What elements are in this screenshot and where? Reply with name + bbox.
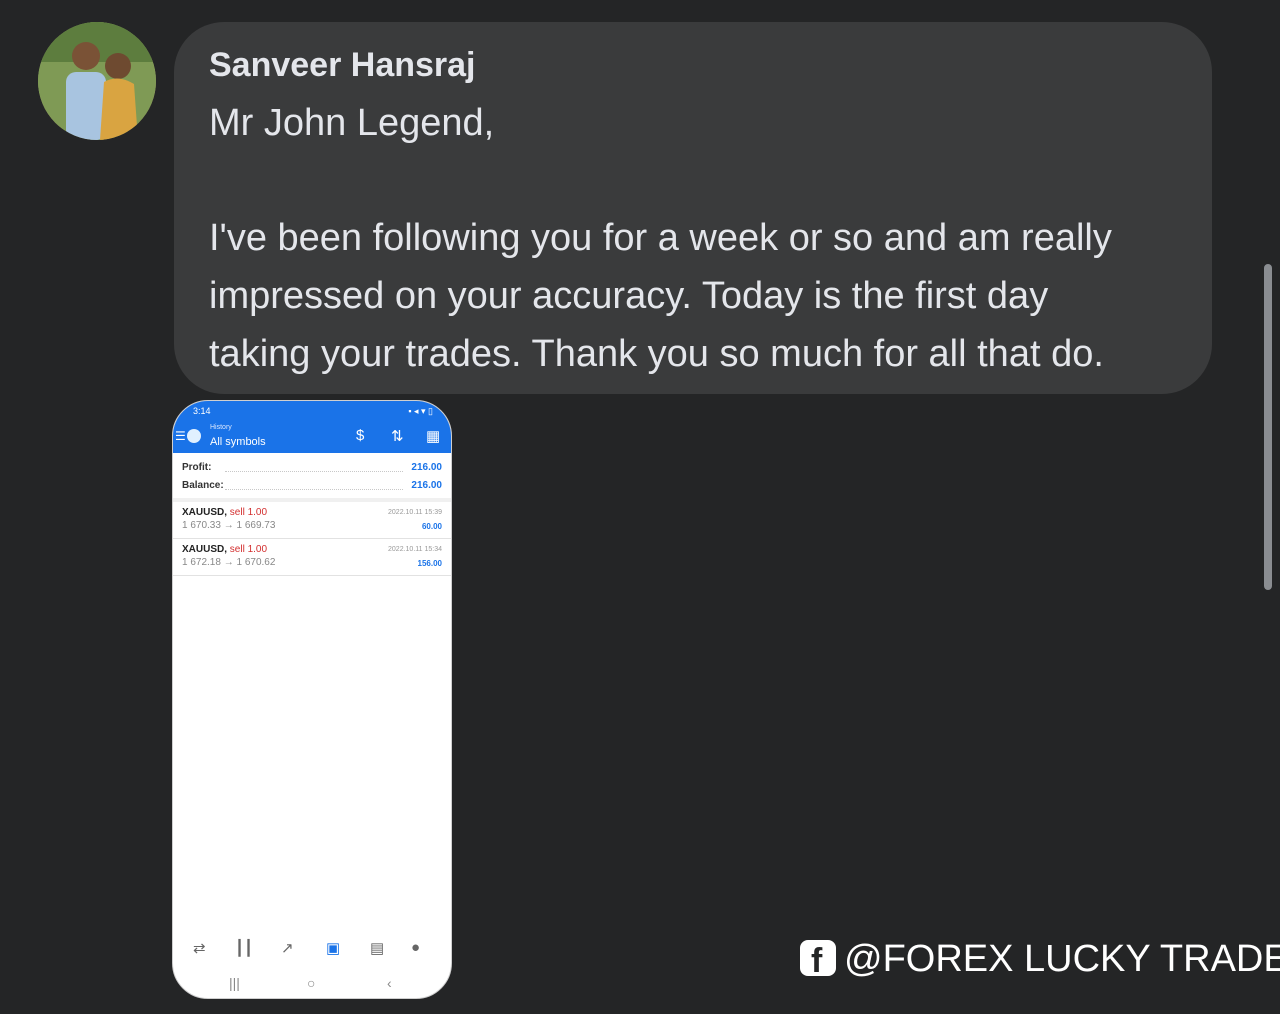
message-line: Mr John Legend, [209, 102, 495, 144]
message-line: impressed on your accuracy. Today is the… [209, 275, 1049, 317]
trade-side: sell 1.00 [229, 507, 268, 518]
sender-avatar[interactable] [38, 22, 156, 140]
recent-apps-icon[interactable]: ||| [229, 975, 240, 991]
divider [173, 538, 451, 539]
trade-prices: 1 672.18 → 1 670.62 [182, 557, 276, 568]
app-header: 3:14 ▪ ◂ ▾ ▯ ☰ History All symbols $ ⇅ ▦ [173, 401, 451, 453]
history-icon[interactable]: ▣ [326, 939, 340, 957]
trade-prices: 1 670.33 → 1 669.73 [182, 520, 276, 531]
app-logo-icon [187, 429, 201, 443]
summary-value: 216.00 [411, 462, 442, 473]
status-time: 3:14 [193, 406, 211, 416]
trade-symbol: XAUUSD, sell 1.00 [182, 507, 268, 518]
header-small-title: History [210, 424, 232, 431]
message-bubble: Sanveer Hansraj Mr John Legend, I've bee… [174, 22, 1212, 394]
trade-icon[interactable]: ↗ [281, 939, 294, 957]
trade-datetime: 2022.10.11 15:34 [388, 546, 442, 553]
menu-icon[interactable]: ☰ [175, 429, 186, 443]
currency-icon[interactable]: $ [356, 427, 364, 444]
watermark-handle: @FOREX LUCKY TRADER [844, 938, 1280, 980]
trade-symbol: XAUUSD, sell 1.00 [182, 544, 268, 555]
trade-profit: 60.00 [421, 522, 442, 531]
sender-name[interactable]: Sanveer Hansraj [209, 46, 476, 85]
news-icon[interactable]: ▤ [370, 939, 384, 957]
back-icon[interactable]: ‹ [387, 975, 392, 991]
divider [173, 498, 451, 502]
chart-icon[interactable]: ┃┃ [235, 939, 253, 957]
divider [225, 489, 403, 490]
sort-icon[interactable]: ⇅ [391, 427, 404, 445]
status-icons: ▪ ◂ ▾ ▯ [408, 406, 433, 416]
attachment-screenshot[interactable]: 3:14 ▪ ◂ ▾ ▯ ☰ History All symbols $ ⇅ ▦… [172, 400, 452, 999]
avatar-photo [38, 22, 156, 140]
message-line: taking your trades. Thank you so much fo… [209, 333, 1104, 375]
trade-side: sell 1.00 [229, 544, 268, 555]
quotes-icon[interactable]: ⇄ [193, 939, 206, 957]
divider [225, 471, 403, 472]
calendar-icon[interactable]: ▦ [426, 427, 440, 445]
trade-profit: 156.00 [417, 559, 442, 568]
message-line: I've been following you for a week or so… [209, 217, 1112, 259]
summary-label: Balance: [182, 480, 224, 491]
header-title[interactable]: All symbols [210, 436, 266, 448]
facebook-icon: f [800, 940, 836, 980]
divider [173, 575, 451, 576]
summary-value: 216.00 [411, 480, 442, 491]
scrollbar[interactable] [1264, 264, 1272, 590]
chat-icon[interactable]: ● [411, 939, 420, 956]
trade-datetime: 2022.10.11 15:39 [388, 509, 442, 516]
summary-label: Profit: [182, 462, 212, 473]
home-icon[interactable]: ○ [307, 975, 315, 991]
